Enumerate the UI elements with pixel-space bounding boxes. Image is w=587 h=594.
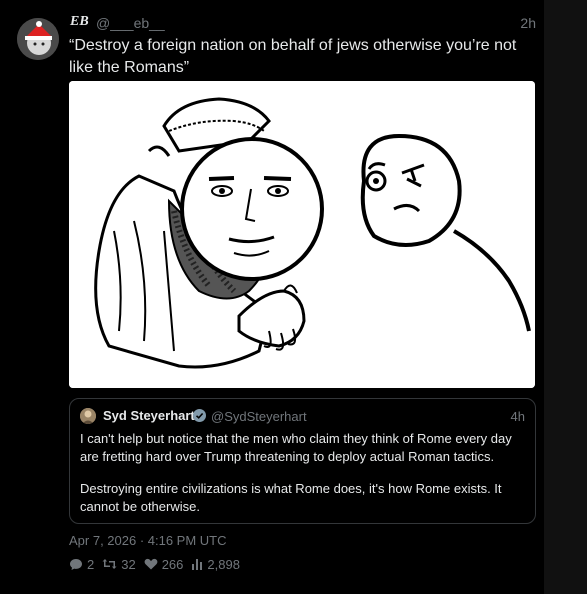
retweet-stat[interactable]: 32 bbox=[102, 556, 136, 572]
quoted-relative-time[interactable]: 4h bbox=[511, 409, 525, 424]
bar-chart-icon bbox=[192, 559, 203, 570]
meme-drawing bbox=[69, 81, 535, 388]
avatar-image bbox=[17, 18, 59, 60]
retweet-icon bbox=[102, 559, 117, 569]
like-stat[interactable]: 266 bbox=[144, 556, 184, 572]
tweet-card: EB @___eb__ 2h “Destroy a foreign nation… bbox=[0, 0, 587, 594]
quoted-author-handle[interactable]: @SydSteyerhart bbox=[211, 409, 307, 424]
quoted-paragraph: I can't help but notice that the men who… bbox=[80, 431, 512, 464]
tweet-image[interactable] bbox=[69, 81, 535, 388]
quoted-paragraph: Destroying entire civilizations is what … bbox=[80, 481, 502, 514]
page-gutter bbox=[544, 0, 587, 594]
quoted-author-name[interactable]: Syd Steyerhart bbox=[103, 408, 195, 423]
reply-stat[interactable]: 2 bbox=[69, 557, 94, 572]
quoted-tweet[interactable]: Syd Steyerhart @SydSteyerhart 4h I can't… bbox=[69, 398, 536, 524]
author-name[interactable]: EB bbox=[70, 14, 89, 30]
views-stat[interactable]: 2,898 bbox=[191, 557, 240, 572]
retweet-count: 32 bbox=[121, 556, 136, 572]
view-count: 2,898 bbox=[207, 556, 240, 572]
author-handle[interactable]: @___eb__ bbox=[96, 15, 165, 31]
author-avatar[interactable] bbox=[17, 18, 59, 60]
quoted-author-avatar[interactable] bbox=[80, 408, 96, 424]
like-count: 266 bbox=[161, 556, 184, 572]
relative-time[interactable]: 2h bbox=[520, 15, 536, 31]
reply-icon bbox=[70, 558, 82, 570]
tweet-timestamp[interactable]: Apr 7, 2026 · 4:16 PM UTC bbox=[69, 533, 227, 548]
tweet-text: “Destroy a foreign nation on behalf of j… bbox=[69, 37, 517, 76]
heart-icon bbox=[144, 558, 158, 570]
quoted-tweet-text: I can't help but notice that the men who… bbox=[80, 430, 528, 530]
verified-badge-icon bbox=[193, 409, 206, 422]
quoted-avatar-image bbox=[80, 408, 96, 424]
reply-count: 2 bbox=[87, 556, 95, 572]
tweet-stats: 2 32 266 2,898 bbox=[69, 556, 248, 572]
